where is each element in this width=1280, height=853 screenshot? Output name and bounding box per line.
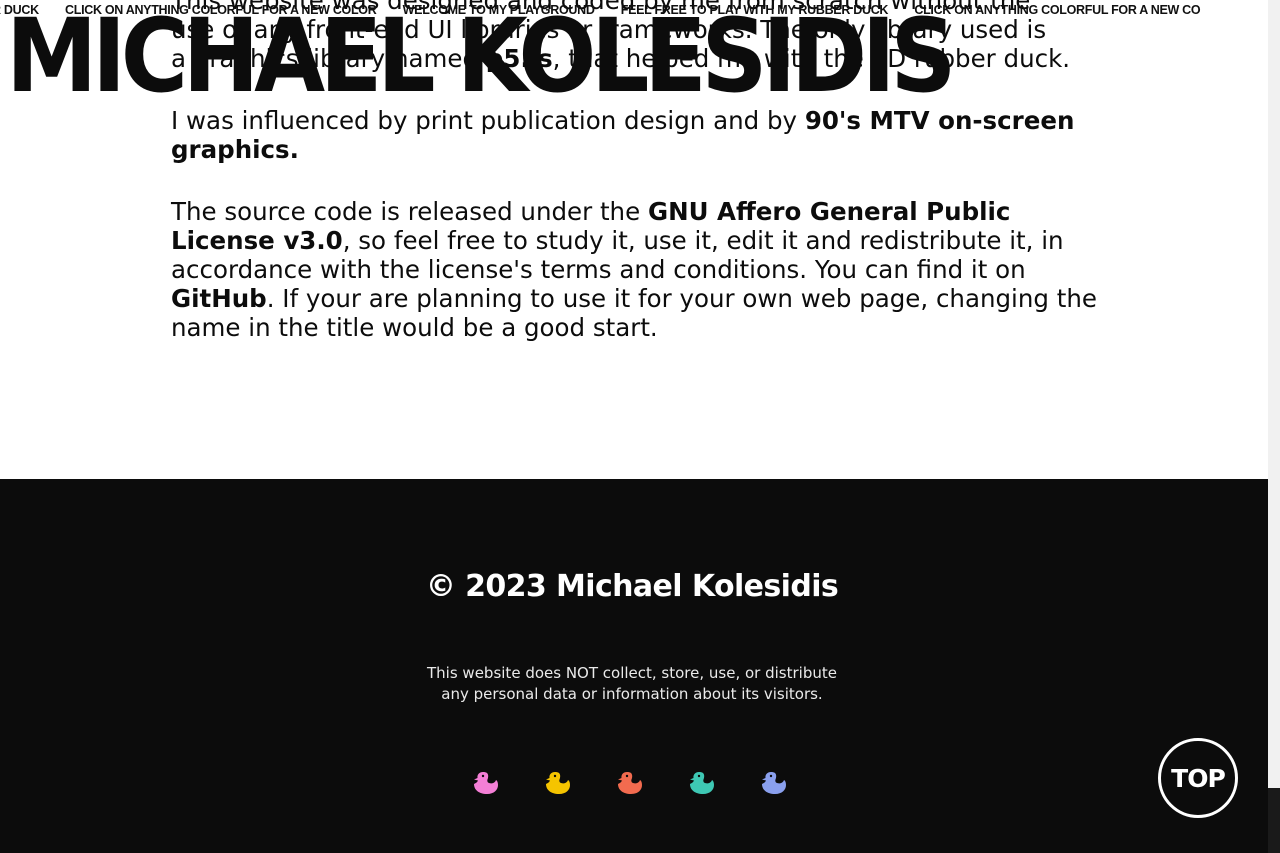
duck-shape — [546, 772, 570, 794]
footer: © 2023 Michael Kolesidis This website do… — [0, 479, 1268, 853]
privacy-notice: This website does NOT collect, store, us… — [0, 663, 1264, 705]
marquee-item: FEEL FREE TO PLAY WITH MY RUBBER DUCK — [620, 3, 889, 17]
duck-icon[interactable] — [687, 768, 717, 798]
duck-eye — [697, 774, 701, 778]
scroll-to-top-button[interactable]: TOP — [1158, 738, 1238, 818]
copyright-text: © 2023 Michael Kolesidis — [425, 569, 839, 604]
privacy-line: any personal data or information about i… — [441, 685, 823, 703]
about-text: The source code is released under the — [171, 197, 648, 226]
duck-icon[interactable] — [759, 768, 789, 798]
duck-eye — [769, 774, 773, 778]
marquee-item: CLICK ON ANYTHING COLORFUL FOR A NEW CO — [914, 3, 1201, 17]
marquee-ticker: R DUCK CLICK ON ANYTHING COLORFUL FOR A … — [0, 0, 1268, 22]
github-link[interactable]: GitHub — [171, 284, 267, 313]
privacy-line: This website does NOT collect, store, us… — [427, 664, 837, 682]
duck-shape — [474, 772, 498, 794]
page-scrollbar[interactable] — [1268, 0, 1280, 853]
marquee-item: CLICK ON ANYTHING COLORFUL FOR A NEW COL… — [65, 3, 377, 17]
duck-color-picker — [471, 768, 789, 798]
duck-shape — [762, 772, 786, 794]
duck-eye — [625, 774, 629, 778]
duck-icon[interactable] — [471, 768, 501, 798]
marquee-item: WELCOME TO MY PLAYGROUND — [402, 3, 595, 17]
duck-icon[interactable] — [615, 768, 645, 798]
page: R DUCK CLICK ON ANYTHING COLORFUL FOR A … — [0, 0, 1280, 853]
marquee-track: R DUCK CLICK ON ANYTHING COLORFUL FOR A … — [0, 3, 1223, 17]
marquee-item: R DUCK — [0, 3, 39, 17]
duck-eye — [481, 774, 485, 778]
duck-eye — [553, 774, 557, 778]
about-paragraph-license: The source code is released under the GN… — [171, 197, 1101, 342]
duck-icon[interactable] — [543, 768, 573, 798]
duck-shape — [618, 772, 642, 794]
scrollbar-thumb[interactable] — [1268, 788, 1280, 853]
duck-shape — [690, 772, 714, 794]
about-text: . If your are planning to use it for you… — [171, 284, 1097, 342]
